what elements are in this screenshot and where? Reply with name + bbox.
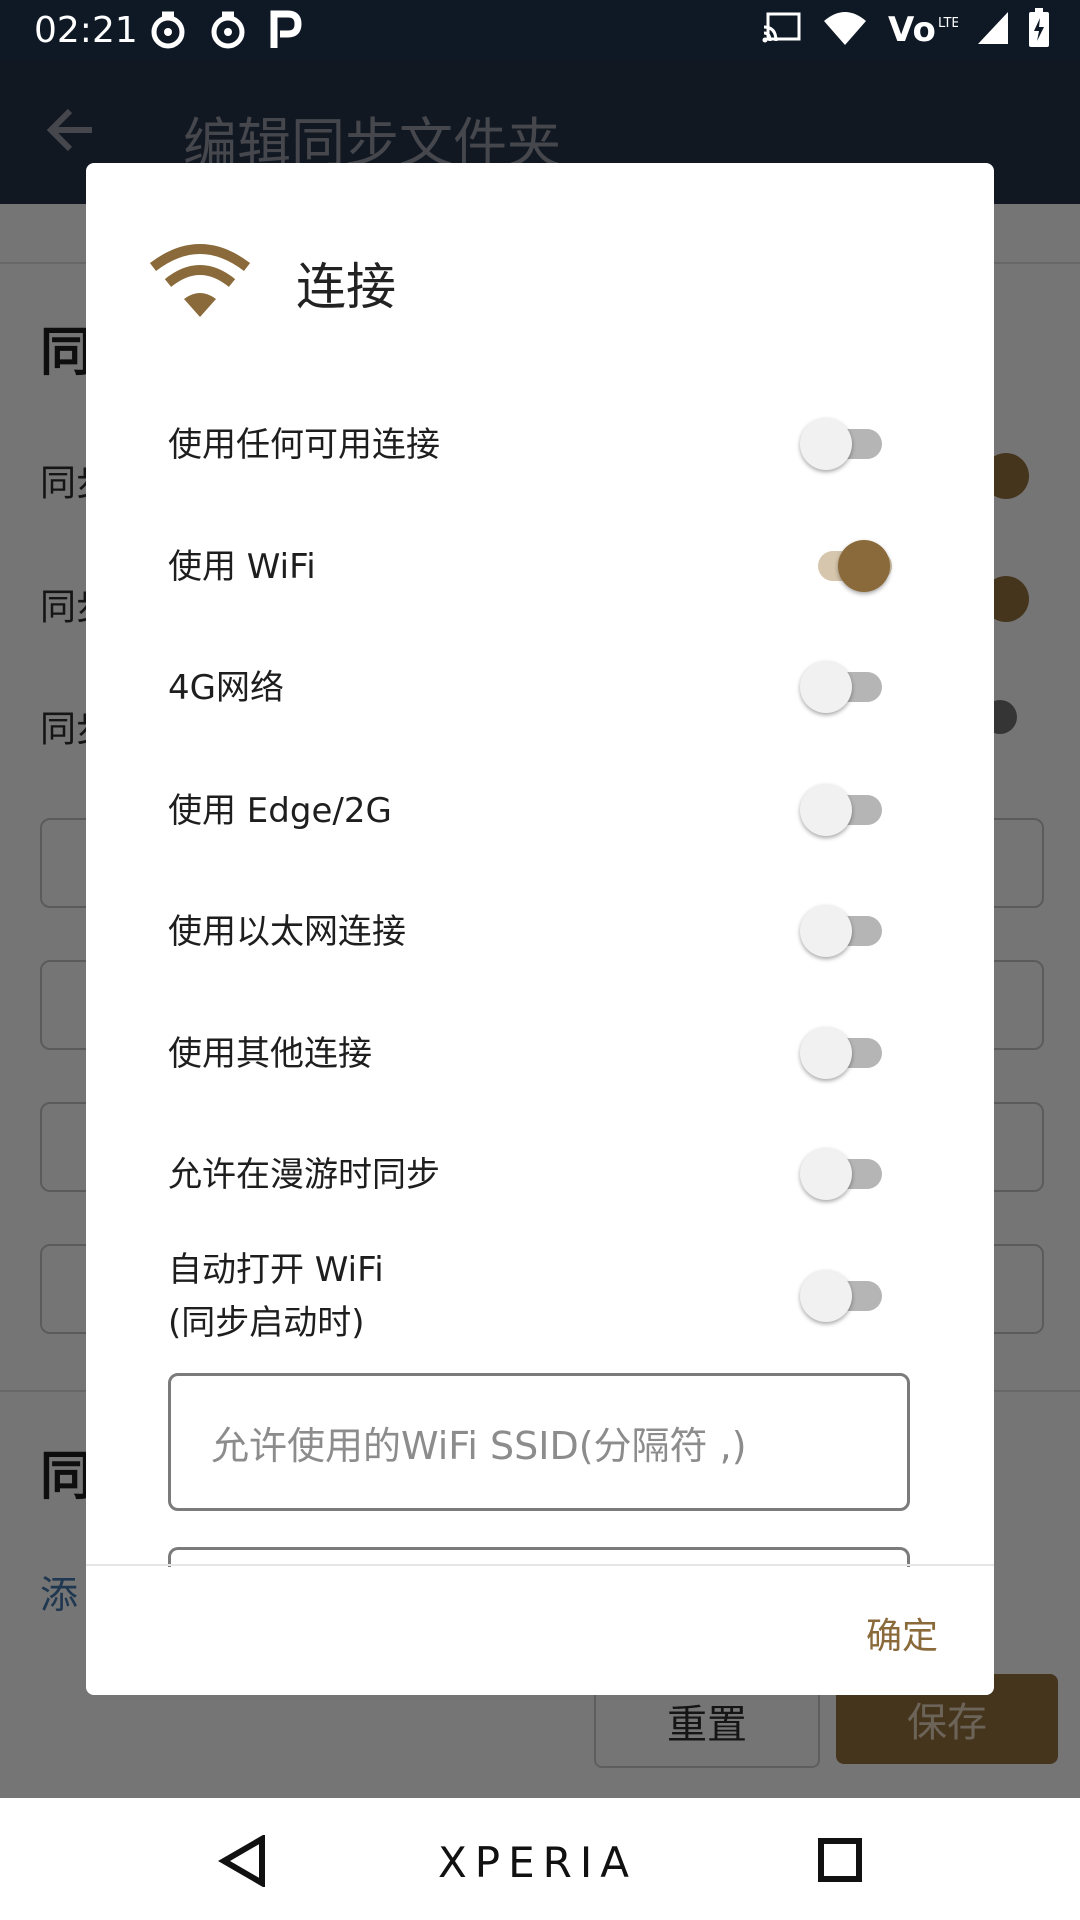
nav-back-icon[interactable] <box>218 1833 268 1891</box>
option-other-connection-label: 使用其他连接 <box>168 1034 372 1074</box>
wifi-icon <box>149 243 251 323</box>
wifi-icon <box>820 9 870 47</box>
ssid-input[interactable]: 允许使用的WiFi SSID(分隔符 ,) <box>168 1373 910 1511</box>
system-icons: Vo LTE <box>762 8 1050 48</box>
4g-switch[interactable] <box>800 661 890 713</box>
svg-text:LTE: LTE <box>938 16 958 31</box>
dialog-title: 连接 <box>296 258 396 316</box>
option-any-connection-label: 使用任何可用连接 <box>168 425 440 465</box>
brand-logo: XPERIA <box>438 1838 637 1887</box>
other-connection-switch[interactable] <box>800 1027 890 1079</box>
option-roaming-label: 允许在漫游时同步 <box>168 1155 440 1195</box>
switch-thumb <box>800 418 852 470</box>
signal-icon <box>976 10 1010 46</box>
option-auto-wifi-label: 自动打开 WiFi <box>168 1250 384 1290</box>
switch-thumb <box>838 540 890 592</box>
auto-wifi-switch[interactable] <box>800 1270 890 1322</box>
netease-icon <box>148 8 188 52</box>
switch-thumb <box>800 1270 852 1322</box>
cast-icon <box>762 11 802 45</box>
connection-dialog: 连接 使用任何可用连接 使用 WiFi 4G网络 使用 Edge/2G 使用以太… <box>86 163 994 1695</box>
roaming-switch[interactable] <box>800 1148 890 1200</box>
svg-text:Vo: Vo <box>888 10 936 47</box>
notification-icons <box>148 8 302 52</box>
volte-icon: Vo LTE <box>888 9 958 47</box>
switch-thumb <box>800 784 852 836</box>
wifi-switch[interactable] <box>800 540 892 592</box>
switch-thumb <box>800 1027 852 1079</box>
option-edge-2g-label: 使用 Edge/2G <box>168 791 392 831</box>
navigation-bar: XPERIA <box>0 1798 1080 1920</box>
option-wifi-label: 使用 WiFi <box>168 547 316 587</box>
edge-2g-switch[interactable] <box>800 784 890 836</box>
battery-charging-icon <box>1028 8 1050 48</box>
ok-button[interactable]: 确定 <box>866 1607 938 1659</box>
option-auto-wifi-sublabel: (同步启动时) <box>168 1303 365 1343</box>
switch-thumb <box>800 1148 852 1200</box>
netease-icon <box>208 8 248 52</box>
nav-recents-icon[interactable] <box>818 1838 862 1886</box>
ethernet-switch[interactable] <box>800 905 890 957</box>
any-connection-switch[interactable] <box>800 418 890 470</box>
switch-thumb <box>800 661 852 713</box>
dialog-divider <box>86 1564 994 1566</box>
parking-icon <box>268 8 302 52</box>
option-4g-label: 4G网络 <box>168 668 284 708</box>
option-ethernet-label: 使用以太网连接 <box>168 912 406 952</box>
switch-thumb <box>800 905 852 957</box>
status-time: 02:21 <box>34 10 138 51</box>
status-bar: 02:21 Vo LTE <box>0 0 1080 61</box>
